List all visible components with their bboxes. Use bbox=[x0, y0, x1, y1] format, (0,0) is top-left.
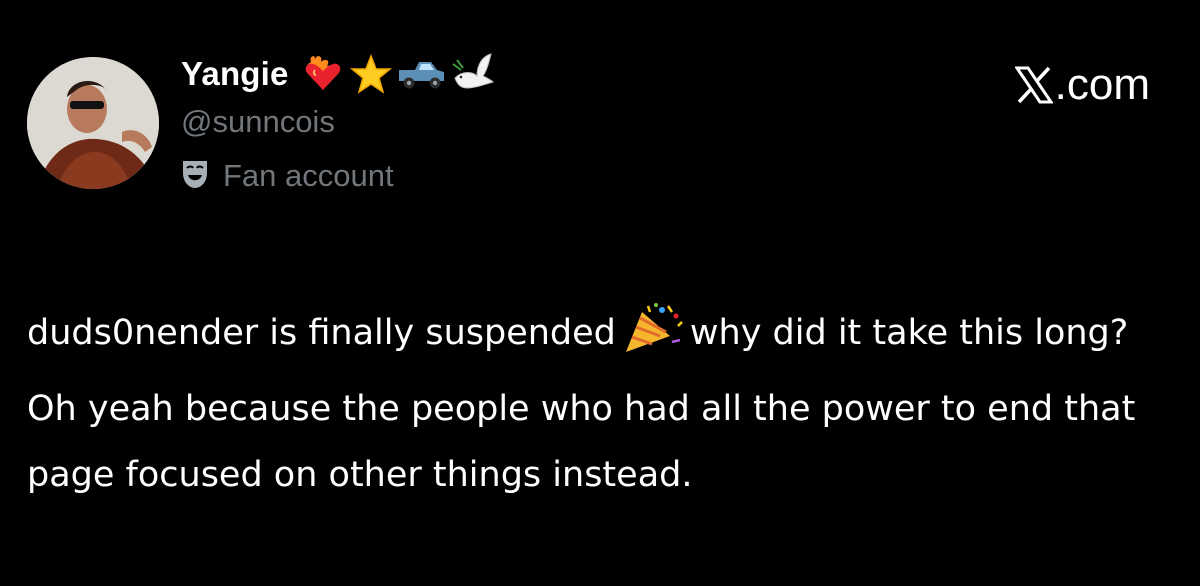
star-icon bbox=[349, 54, 393, 94]
profile-header: Yangie @sunncois Fan account bbox=[181, 52, 495, 196]
heart-on-fire-icon bbox=[301, 54, 345, 94]
name-badges bbox=[301, 52, 495, 96]
x-brand: .com bbox=[1014, 60, 1150, 110]
account-label: Fan account bbox=[181, 156, 495, 196]
display-name[interactable]: Yangie bbox=[181, 55, 289, 93]
post-text: duds0nender is finally suspended why did… bbox=[27, 300, 1157, 508]
account-label-text: Fan account bbox=[223, 158, 394, 193]
avatar-image bbox=[27, 57, 159, 189]
party-popper-icon bbox=[622, 302, 684, 376]
pickup-truck-icon bbox=[397, 54, 447, 94]
user-handle[interactable]: @sunncois bbox=[181, 102, 495, 142]
theater-masks-icon bbox=[181, 158, 209, 194]
x-brand-text: .com bbox=[1054, 60, 1150, 109]
x-logo-icon bbox=[1014, 66, 1053, 104]
post-text-part1: duds0nender is finally suspended bbox=[27, 313, 616, 353]
avatar[interactable] bbox=[27, 57, 159, 189]
name-row: Yangie bbox=[181, 52, 495, 96]
dove-icon bbox=[451, 52, 495, 96]
